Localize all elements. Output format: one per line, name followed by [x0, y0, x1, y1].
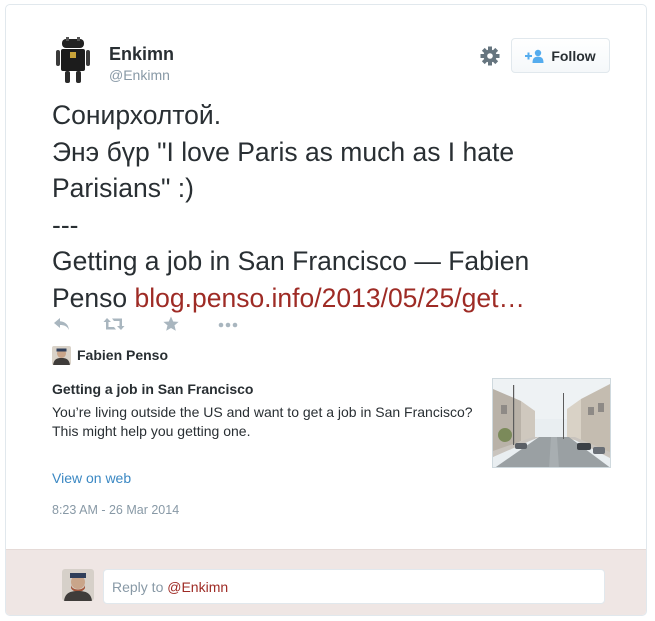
tweet-link[interactable]: blog.penso.info/2013/05/25/get… [135, 283, 525, 313]
follow-label: Follow [551, 47, 596, 64]
tweet-line: Parisians" :) [52, 173, 194, 203]
retweet-icon[interactable] [103, 315, 125, 333]
reply-mention: @Enkimn [167, 578, 229, 595]
card-author-name: Fabien Penso [77, 347, 169, 363]
reply-bar: Reply to @Enkimn [6, 549, 646, 615]
tweet-text: Сонирхолтой. Энэ бүр "I love Paris as mu… [52, 97, 642, 316]
add-user-icon [525, 49, 544, 63]
view-on-web-link[interactable]: View on web [52, 470, 131, 486]
card-description: You’re living outside the US and want to… [52, 404, 473, 439]
user-handle[interactable]: @Enkimn [109, 67, 170, 83]
card-title[interactable]: Getting a job in San Francisco [52, 381, 253, 397]
reply-user-avatar [62, 569, 94, 601]
reply-input[interactable]: Reply to @Enkimn [103, 569, 605, 604]
card-author[interactable]: Fabien Penso [52, 345, 168, 365]
tweet-timestamp[interactable]: 8:23 AM - 26 Mar 2014 [52, 503, 179, 517]
reply-placeholder: Reply to [112, 578, 168, 595]
user-avatar[interactable] [50, 35, 96, 87]
reply-icon[interactable] [52, 315, 72, 333]
tweet-card: Enkimn @Enkimn Follow Сонирхолтой. Энэ б… [5, 4, 647, 616]
card-author-avatar [52, 345, 71, 365]
tweet-line: Getting a job in San Francisco — Fabien [52, 246, 530, 276]
tweet-line: --- [52, 209, 79, 240]
more-icon[interactable] [217, 315, 239, 333]
tweet-line: Penso [52, 282, 135, 313]
card-image[interactable] [492, 378, 611, 468]
gear-icon[interactable] [479, 45, 501, 67]
favorite-icon[interactable] [162, 315, 180, 333]
tweet-line: Энэ бүр "I love Paris as much as I hate [52, 136, 515, 167]
user-name[interactable]: Enkimn [109, 44, 174, 65]
tweet-line: Сонирхолтой. [52, 100, 222, 130]
follow-button[interactable]: Follow [511, 38, 610, 73]
